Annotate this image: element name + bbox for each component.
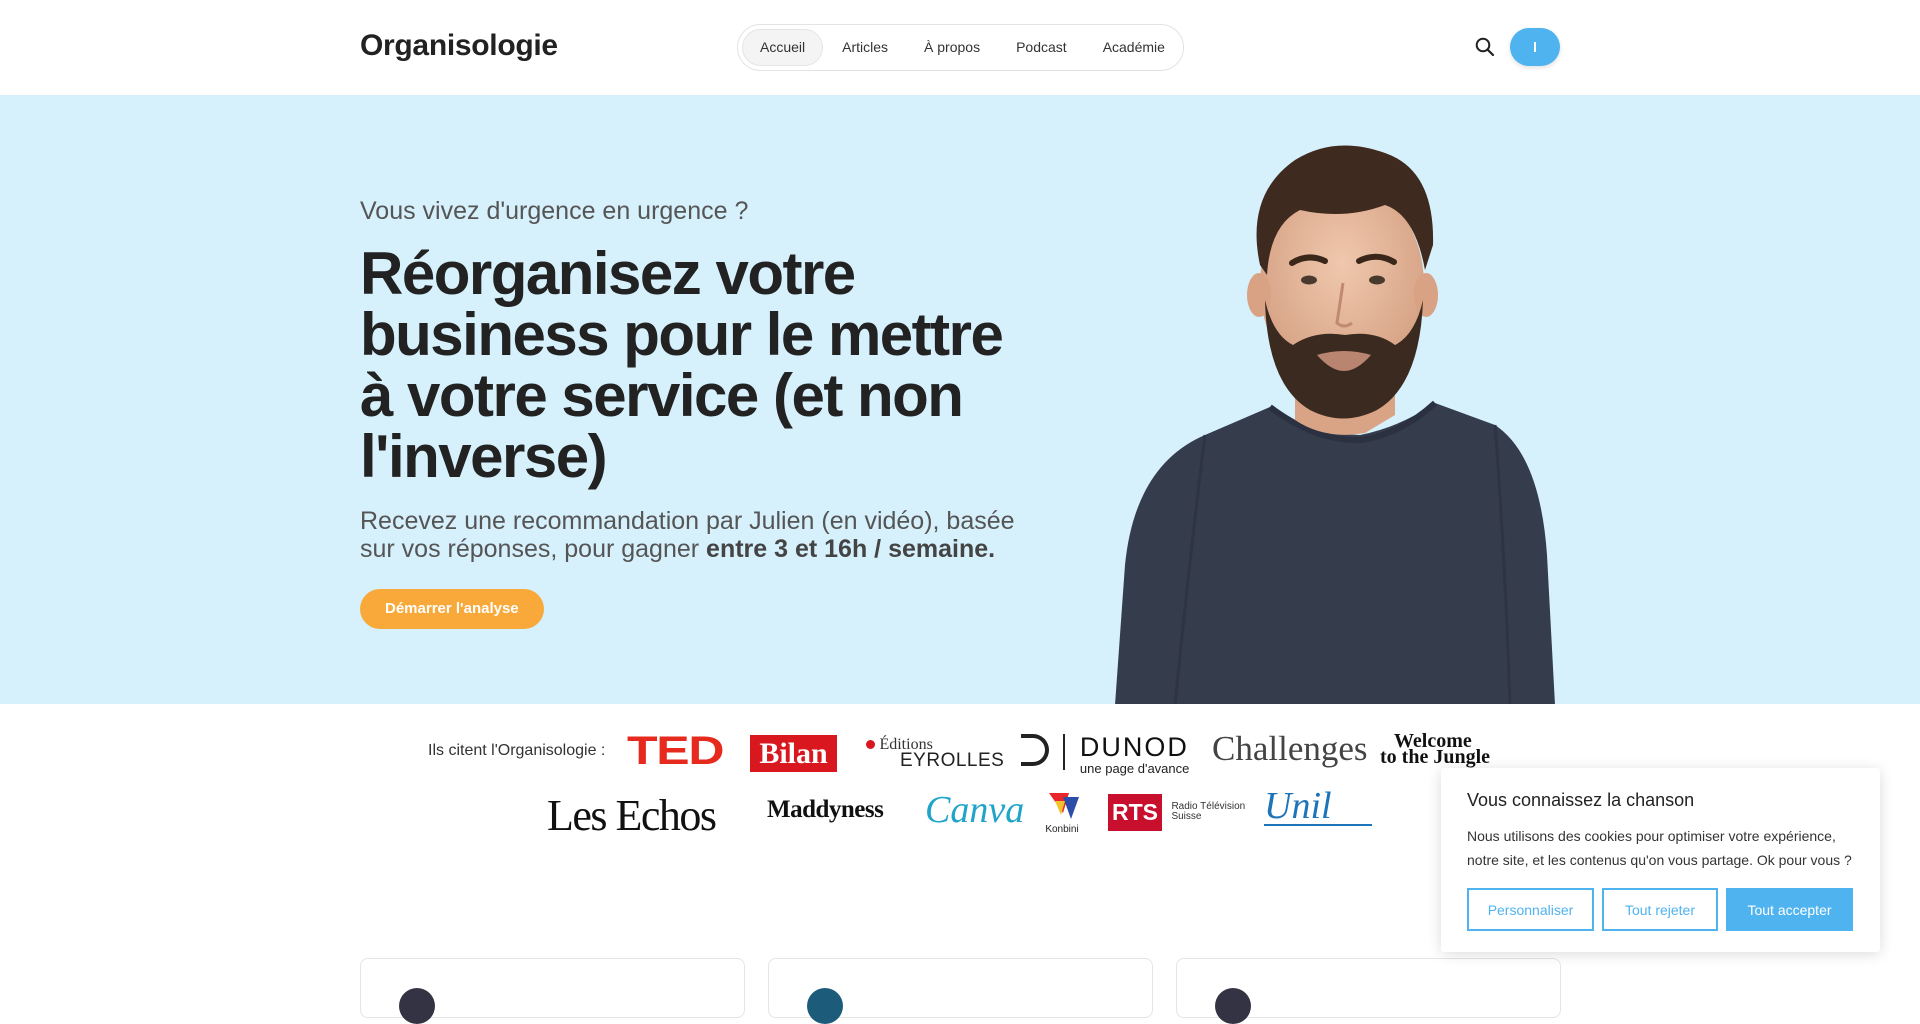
cookie-reject-button[interactable]: Tout rejeter — [1602, 888, 1718, 931]
logo-challenges: Challenges — [1212, 729, 1368, 768]
logo-ted: TED — [627, 729, 725, 773]
press-label: Ils citent l'Organisologie : — [428, 742, 606, 759]
main-nav: Accueil Articles À propos Podcast Académ… — [737, 24, 1184, 71]
cookie-customize-button[interactable]: Personnaliser — [1467, 888, 1594, 931]
card-avatar — [399, 988, 435, 1024]
logo-konbini-name: Konbini — [1045, 824, 1079, 835]
logo-canva: Canva — [925, 789, 1025, 831]
logo-rts: RTS Radio Télévision Suisse — [1108, 794, 1245, 831]
nav-item-academie[interactable]: Académie — [1086, 29, 1182, 66]
nav-item-articles[interactable]: Articles — [825, 29, 905, 66]
logo-bilan: Bilan — [750, 735, 837, 772]
card-3[interactable] — [1176, 958, 1561, 1024]
account-icon — [1534, 42, 1536, 52]
card-avatar — [807, 988, 843, 1024]
konbini-mark-icon — [1049, 793, 1079, 819]
nav-item-accueil[interactable]: Accueil — [742, 29, 824, 66]
logo-maddyness: Maddyness — [767, 796, 884, 823]
search-icon[interactable] — [1474, 36, 1496, 58]
logo-konbini: Konbini — [1045, 793, 1079, 835]
logo-rts-box: RTS — [1108, 794, 1162, 831]
logo-eyrolles-name: EYROLLES — [900, 750, 1005, 771]
nav-item-a-propos[interactable]: À propos — [907, 29, 997, 66]
start-analysis-button[interactable]: Démarrer l'analyse — [360, 589, 544, 629]
logo-dunod: DUNOD une page d'avance — [1021, 734, 1189, 776]
card-2[interactable] — [768, 958, 1153, 1024]
cookie-banner: Vous connaissez la chanson Nous utilison… — [1441, 768, 1880, 952]
logo-welcome-to-the-jungle: Welcome to the Jungle — [1380, 731, 1490, 768]
logo-les-echos: Les Echos — [547, 791, 717, 840]
hero-kicker: Vous vivez d'urgence en urgence ? — [360, 197, 749, 225]
hero-subtitle-bold: entre 3 et 16h / semaine. — [706, 535, 996, 563]
hero-subtitle: Recevez une recommandation par Julien (e… — [360, 507, 1040, 563]
logo-wttj-line2: to the Jungle — [1380, 746, 1490, 768]
hero-section: Vous vivez d'urgence en urgence ? Réorga… — [0, 95, 1920, 704]
cookie-title: Vous connaissez la chanson — [1467, 790, 1695, 810]
cookie-accept-button[interactable]: Tout accepter — [1726, 888, 1853, 931]
logo-unil: Unil — [1264, 787, 1372, 826]
logo-dunod-tagline: une page d'avance — [1079, 761, 1190, 776]
logo-rts-tagline-2: Suisse — [1171, 811, 1202, 822]
cookie-text: Nous utilisons des cookies pour optimise… — [1467, 828, 1852, 868]
hero-headline: Réorganisez votre business pour le mettr… — [360, 240, 1004, 490]
card-1[interactable] — [360, 958, 745, 1024]
card-avatar — [1215, 988, 1251, 1024]
site-logo[interactable]: Organisologie — [360, 29, 558, 63]
logo-eyrolles: Éditions EYROLLES — [866, 736, 1004, 772]
author-portrait-image — [1115, 145, 1555, 704]
site-header: Organisologie Accueil Articles À propos … — [0, 0, 1920, 95]
account-button[interactable] — [1510, 28, 1560, 66]
nav-item-podcast[interactable]: Podcast — [999, 29, 1084, 66]
logo-dunod-name: DUNOD — [1079, 732, 1189, 762]
